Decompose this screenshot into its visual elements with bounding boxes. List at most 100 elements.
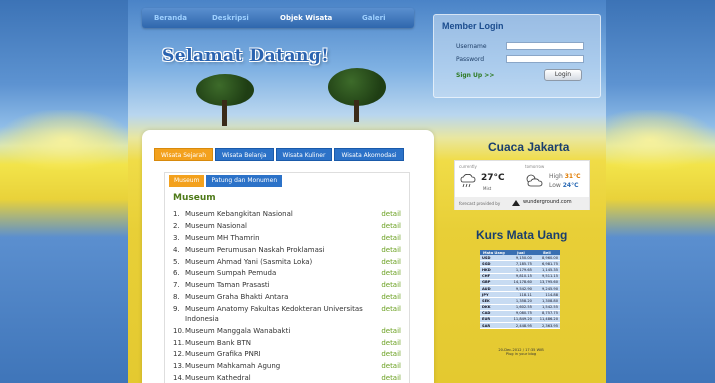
detail-link[interactable]: detail <box>379 362 401 372</box>
list-item: 12. Museum Grafika PNRI detail <box>173 350 401 360</box>
tree-image-right <box>324 66 390 126</box>
detail-link[interactable]: detail <box>379 269 401 279</box>
item-name: Museum Grafika PNRI <box>185 350 261 359</box>
list-item: 6. Museum Sumpah Pemuda detail <box>173 269 401 279</box>
tab-wisata-akomodasi[interactable]: Wisata Akomodasi <box>334 148 404 161</box>
detail-link[interactable]: detail <box>379 293 401 303</box>
tab-wisata-kuliner[interactable]: Wisata Kuliner <box>275 148 333 161</box>
low-temperature: Low 24°C <box>549 182 579 189</box>
weather-widget: currently tomorrow 27°C Mist High 31°C L… <box>454 160 590 210</box>
item-number: 11. <box>173 338 185 347</box>
high-temperature: High 31°C <box>549 173 580 180</box>
item-number: 12. <box>173 350 185 359</box>
list-item: 7. Museum Taman Prasasti detail <box>173 281 401 291</box>
detail-link[interactable]: detail <box>379 246 401 256</box>
page-background: Beranda Deskripsi Objek Wisata Galeri Se… <box>0 0 715 383</box>
detail-link[interactable]: detail <box>379 281 401 291</box>
high-value: 31°C <box>564 173 581 180</box>
detail-link[interactable]: detail <box>379 234 401 244</box>
low-label: Low <box>549 182 561 189</box>
table-header-row: Mata Uang Jual Beli <box>480 250 560 255</box>
subtab-patung-monumen[interactable]: Patung dan Monumen <box>206 175 283 187</box>
item-number: 10. <box>173 326 185 335</box>
background-glow-left <box>0 110 130 170</box>
item-name: Museum Anatomy Fakultas Kedokteran Unive… <box>185 305 363 323</box>
detail-link[interactable]: detail <box>379 339 401 349</box>
detail-link[interactable]: detail <box>379 374 401 383</box>
rain-cloud-icon <box>460 174 476 188</box>
item-number: 13. <box>173 362 185 371</box>
detail-link[interactable]: detail <box>379 350 401 360</box>
item-name: Museum MH Thamrin <box>185 233 260 242</box>
subtab-museum[interactable]: Museum <box>169 175 205 187</box>
subcategory-tabs: Museum Patung dan Monumen <box>169 175 283 187</box>
list-item: 1. Museum Kebangkitan Nasional detail <box>173 210 401 220</box>
signup-link[interactable]: Sign Up >> <box>456 72 494 79</box>
nav-item-objek-wisata[interactable]: Objek Wisata <box>270 14 352 22</box>
wunderground-logo-icon <box>512 200 520 206</box>
plugin-link[interactable]: Plug in your blog <box>486 352 556 356</box>
item-name: Museum Kathedral <box>185 374 251 383</box>
top-navigation: Beranda Deskripsi Objek Wisata Galeri <box>142 8 414 28</box>
item-name: Museum Taman Prasasti <box>185 281 270 290</box>
low-value: 24°C <box>562 182 579 189</box>
welcome-heading: Selamat Datang! <box>162 46 330 66</box>
list-item: 3. Museum MH Thamrin detail <box>173 234 401 244</box>
nav-item-galeri[interactable]: Galeri <box>352 14 402 22</box>
category-tabs: Wisata Sejarah Wisata Belanja Wisata Kul… <box>154 148 404 161</box>
login-title: Member Login <box>442 21 504 31</box>
tab-wisata-belanja[interactable]: Wisata Belanja <box>215 148 274 161</box>
item-name: Museum Mahkamah Agung <box>185 362 281 371</box>
list-item: 9. Museum Anatomy Fakultas Kedokteran Uni… <box>173 305 401 324</box>
detail-link[interactable]: detail <box>379 305 401 324</box>
item-name: Museum Nasional <box>185 221 247 230</box>
weather-brand[interactable]: wunderground.com <box>523 199 572 205</box>
main-content-panel: Wisata Sejarah Wisata Belanja Wisata Kul… <box>142 130 434 383</box>
item-name: Museum Sumpah Pemuda <box>185 269 277 278</box>
password-input[interactable] <box>506 55 584 63</box>
exchange-rate-title: Kurs Mata Uang <box>476 228 568 242</box>
currency-code: SAR <box>480 322 508 330</box>
list-item: 10. Museum Manggala Wanabakti detail <box>173 327 401 337</box>
item-name: Museum Graha Bhakti Antara <box>185 293 289 302</box>
detail-link[interactable]: detail <box>379 222 401 232</box>
tree-image-left <box>190 70 260 130</box>
member-login-panel: Member Login Username Password Sign Up >… <box>433 14 601 98</box>
list-item: 4. Museum Perumusan Naskah Proklamasi deta… <box>173 246 401 256</box>
buy-rate: 2,363.95 <box>533 322 560 330</box>
item-name: Museum Ahmad Yani (Sasmita Loka) <box>185 257 313 266</box>
list-item: 5. Museum Ahmad Yani (Sasmita Loka) detail <box>173 258 401 268</box>
item-number: 8. <box>173 293 180 302</box>
item-name: Museum Perumusan Naskah Proklamasi <box>185 245 325 254</box>
sell-rate: 2,448.95 <box>507 322 534 330</box>
category-title: Museum <box>173 193 216 203</box>
detail-link[interactable]: detail <box>379 258 401 268</box>
login-button[interactable]: Login <box>544 69 582 81</box>
partly-cloudy-icon <box>526 174 543 187</box>
current-temperature: 27°C <box>481 173 505 183</box>
museum-list: 1. Museum Kebangkitan Nasional detail 2. Mu… <box>173 210 401 383</box>
nav-item-deskripsi[interactable]: Deskripsi <box>202 14 270 22</box>
list-item: 11. Museum Bank BTN detail <box>173 339 401 349</box>
item-name: Museum Bank BTN <box>185 338 252 347</box>
item-number: 1. <box>173 210 180 218</box>
weather-title: Cuaca Jakarta <box>488 140 570 154</box>
nav-item-beranda[interactable]: Beranda <box>144 14 202 22</box>
username-label: Username <box>456 43 487 50</box>
tab-content-box: Museum Patung dan Monumen Museum 1. Museu… <box>164 172 410 383</box>
current-condition: Mist <box>483 186 492 191</box>
exchange-rate-footer: 20-Dec-2012 / 17:35 WIB Plug in your blo… <box>486 348 556 356</box>
item-number: 4. <box>173 245 180 254</box>
tomorrow-label: tomorrow <box>525 164 545 169</box>
detail-link[interactable]: detail <box>379 327 401 337</box>
username-input[interactable] <box>506 42 584 50</box>
item-number: 7. <box>173 281 180 290</box>
exchange-rate-table: Mata Uang Jual Beli USD 9,150.00 8,960.00 … <box>480 250 560 330</box>
tab-wisata-sejarah[interactable]: Wisata Sejarah <box>154 148 213 161</box>
list-item: 14. Museum Kathedral detail <box>173 374 401 383</box>
list-item: 2. Museum Nasional detail <box>173 222 401 232</box>
detail-link[interactable]: detail <box>379 210 401 220</box>
item-number: 9. <box>173 305 180 314</box>
item-number: 2. <box>173 221 180 230</box>
column-header: Mata Uang <box>480 250 508 255</box>
